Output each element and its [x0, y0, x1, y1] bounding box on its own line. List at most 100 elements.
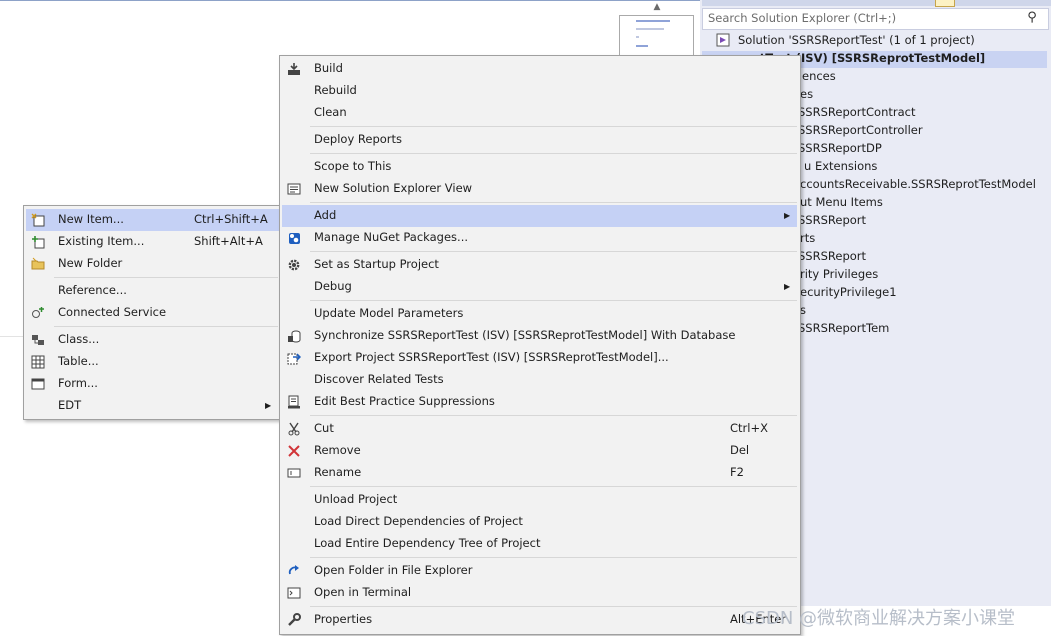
rename-shortcut: F2 [730, 465, 744, 479]
add-label: Add [314, 208, 337, 222]
open-folder-label: Open Folder in File Explorer [314, 563, 473, 577]
open-terminal-label: Open in Terminal [314, 585, 412, 599]
update-model-parameters-label: Update Model Parameters [314, 306, 464, 320]
tree-item[interactable]: rity Privileges [800, 267, 878, 281]
menu-separator [310, 126, 797, 127]
connected-service-icon [30, 305, 46, 321]
menu-item-rebuild[interactable] [282, 80, 797, 102]
tree-item[interactable]: ences [802, 69, 836, 83]
unload-project-label: Unload Project [314, 492, 398, 506]
tree-item[interactable]: SSRSReportContract [798, 105, 915, 119]
tree-item[interactable]: SSRSReportController [798, 123, 923, 137]
load-direct-label: Load Direct Dependencies of Project [314, 514, 523, 528]
tree-item[interactable]: u Extensions [804, 159, 877, 173]
menu-separator [310, 606, 797, 607]
remove-label: Remove [314, 443, 361, 457]
edt-label: EDT [58, 398, 82, 412]
edit-best-practice-label: Edit Best Practice Suppressions [314, 394, 495, 408]
synchronize-label: Synchronize SSRSReportTest (ISV) [SSRSRe… [314, 328, 736, 342]
new-folder-label: New Folder [58, 256, 123, 270]
rebuild-label: Rebuild [314, 83, 357, 97]
new-solution-explorer-view-label: New Solution Explorer View [314, 181, 473, 195]
search-placeholder: Search Solution Explorer (Ctrl+;) [708, 11, 897, 25]
rename-label: Rename [314, 465, 362, 479]
menu-separator [310, 415, 797, 416]
scroll-up-arrow-icon[interactable]: ▲ [648, 2, 666, 14]
menu-separator [310, 153, 797, 154]
deploy-reports-label: Deploy Reports [314, 132, 403, 146]
remove-shortcut: Del [730, 443, 750, 457]
menu-item-add[interactable] [282, 205, 797, 227]
build-icon [286, 61, 302, 77]
form-label: Form... [58, 376, 98, 390]
best-practice-icon [286, 394, 302, 410]
new-item-label: New Item... [58, 212, 124, 226]
tree-item[interactable]: rts [800, 231, 815, 245]
table-icon [30, 354, 46, 370]
nuget-icon [286, 230, 302, 246]
database-sync-icon [286, 328, 302, 344]
watermark-text: CSDN @微软商业解决方案小课堂 [742, 608, 1016, 629]
search-icon[interactable]: ⚲ [1020, 8, 1044, 28]
menu-separator [310, 300, 797, 301]
reference-label: Reference... [58, 283, 127, 297]
tree-item[interactable]: es [800, 87, 813, 101]
menu-separator [310, 202, 797, 203]
submenu-separator [54, 277, 278, 278]
menu-separator [310, 557, 797, 558]
tree-item-solution[interactable]: Solution 'SSRSReportTest' (1 of 1 projec… [738, 33, 975, 47]
build-label: Build [314, 61, 343, 75]
scope-to-this-label: Scope to This [314, 159, 392, 173]
tree-item[interactable]: ut Menu Items [800, 195, 883, 209]
cut-shortcut: Ctrl+X [730, 421, 768, 435]
menu-item-clean[interactable] [282, 102, 797, 124]
menu-item-cut[interactable] [282, 418, 797, 440]
submenu-arrow-icon: ▶ [784, 282, 791, 291]
submenu-separator [54, 326, 278, 327]
solution-icon [716, 33, 730, 47]
wrench-icon [286, 612, 302, 628]
new-item-shortcut: Ctrl+Shift+A [194, 212, 268, 226]
class-label: Class... [58, 332, 100, 346]
menu-separator [310, 251, 797, 252]
properties-label: Properties [314, 612, 373, 626]
existing-item-shortcut: Shift+Alt+A [194, 234, 263, 248]
submenu-arrow-icon: ▶ [784, 211, 791, 220]
form-icon [30, 376, 46, 392]
tree-item[interactable]: ecurityPrivilege1 [800, 285, 897, 299]
clean-label: Clean [314, 105, 347, 119]
tree-item[interactable]: SSRSReportDP [798, 141, 882, 155]
tree-item[interactable]: SSRSReport [798, 213, 866, 227]
menu-item-debug[interactable] [282, 276, 797, 298]
terminal-icon [286, 585, 302, 601]
cut-label: Cut [314, 421, 334, 435]
remove-x-icon [286, 443, 302, 459]
rename-icon [286, 465, 302, 481]
toolbar-toggle-button[interactable] [935, 0, 955, 7]
tree-item[interactable]: SSRSReport [798, 249, 866, 263]
tree-item[interactable]: ccountsReceivable.SSRSReprotTestModel [800, 177, 1036, 191]
new-folder-icon [30, 256, 46, 272]
solution-explorer-toolbar [702, 0, 1051, 6]
set-startup-project-label: Set as Startup Project [314, 257, 439, 271]
solution-explorer-view-icon [286, 181, 302, 197]
export-project-label: Export Project SSRSReportTest (ISV) [SSR… [314, 350, 669, 364]
export-icon [286, 350, 302, 366]
new-item-icon [30, 212, 46, 228]
debug-label: Debug [314, 279, 352, 293]
connected-service-label: Connected Service [58, 305, 167, 319]
discover-related-tests-label: Discover Related Tests [314, 372, 444, 386]
load-entire-label: Load Entire Dependency Tree of Project [314, 536, 541, 550]
editor-border [0, 0, 700, 1]
existing-item-label: Existing Item... [58, 234, 145, 248]
menu-item-build[interactable] [282, 58, 797, 80]
scissors-icon [286, 421, 302, 437]
existing-item-icon [30, 234, 46, 250]
menu-separator [310, 486, 797, 487]
tree-item[interactable]: SSRSReportTem [798, 321, 889, 335]
open-folder-arrow-icon [286, 563, 302, 579]
manage-nuget-label: Manage NuGet Packages... [314, 230, 469, 244]
gear-icon [286, 257, 302, 273]
submenu-arrow-icon: ▶ [265, 401, 272, 410]
class-icon [30, 332, 46, 348]
